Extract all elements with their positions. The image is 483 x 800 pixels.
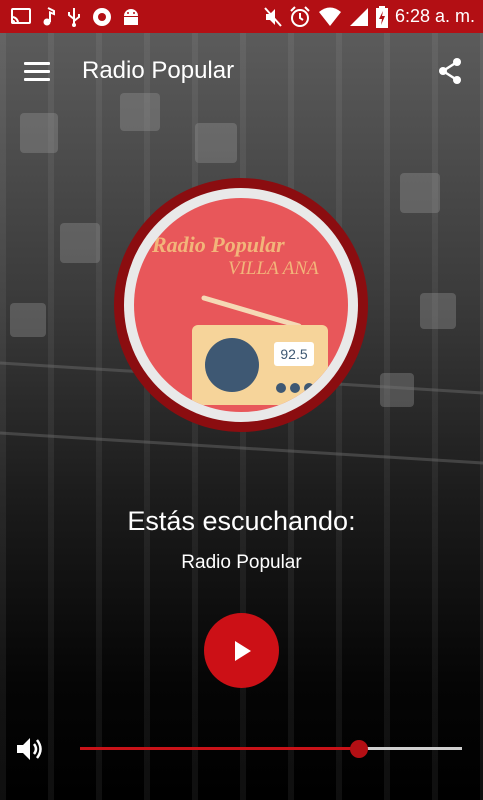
status-bar: 6:28 a. m. xyxy=(0,0,483,33)
status-time: 6:28 a. m. xyxy=(394,6,475,26)
music-note-icon xyxy=(43,6,55,25)
wifi-icon xyxy=(318,7,341,26)
usb-icon xyxy=(68,7,80,27)
station-logo-face: Radio Popular VILLA ANA 92.5 xyxy=(134,198,348,412)
play-icon xyxy=(234,640,251,661)
volume-slider[interactable] xyxy=(80,740,462,758)
page-title: Radio Popular xyxy=(82,57,235,84)
share-icon[interactable] xyxy=(435,56,465,86)
station-logo: Radio Popular VILLA ANA 92.5 xyxy=(114,178,368,432)
listening-label: Estás escuchando: xyxy=(127,506,356,536)
station-name: Radio Popular xyxy=(181,552,302,573)
record-icon xyxy=(93,7,111,26)
app-bar: Radio Popular xyxy=(0,33,483,109)
play-button[interactable] xyxy=(204,613,279,688)
mute-icon xyxy=(264,6,282,27)
volume-thumb[interactable] xyxy=(349,740,368,758)
android-icon xyxy=(124,8,138,25)
menu-icon[interactable] xyxy=(24,56,54,86)
alarm-icon xyxy=(290,5,310,27)
status-bar-left-icons xyxy=(0,6,140,27)
logo-frequency: 92.5 xyxy=(280,346,307,362)
radio-illustration-icon: 92.5 xyxy=(192,295,328,405)
status-bar-right-icons: 6:28 a. m. xyxy=(264,5,483,28)
battery-icon xyxy=(375,5,388,28)
volume-icon[interactable] xyxy=(14,734,44,764)
volume-fill xyxy=(80,747,359,750)
signal-icon xyxy=(349,7,368,26)
cast-icon xyxy=(11,7,31,24)
